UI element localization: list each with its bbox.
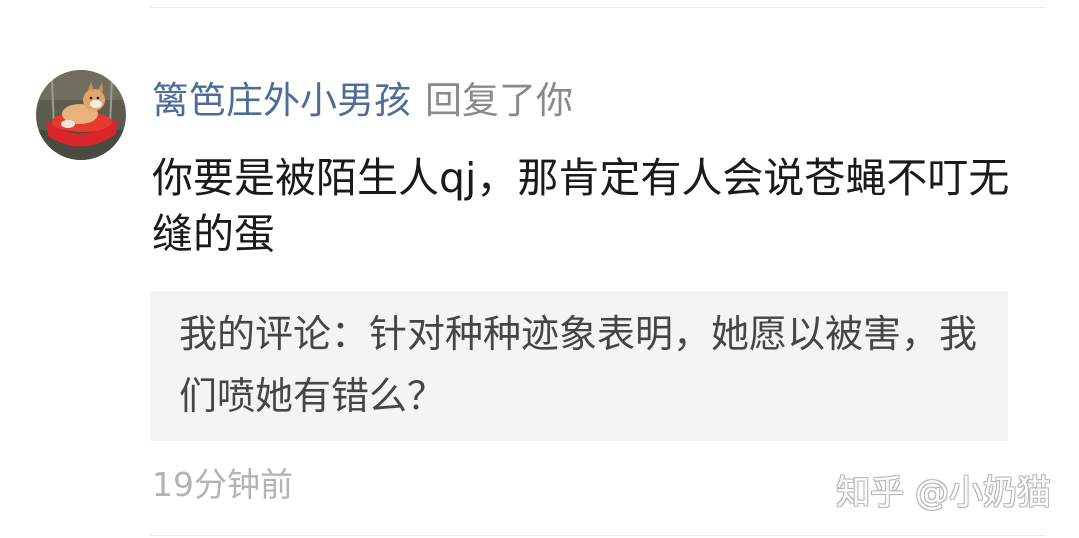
reply-action-text: 回复了你 [425, 79, 573, 122]
top-divider [150, 7, 1045, 8]
username-link[interactable]: 篱笆庄外小男孩 [152, 74, 411, 128]
watermark: 知乎 @小奶猫 [836, 473, 1051, 513]
quoted-comment-box[interactable]: 我的评论：针对种种迹象表明，她愿以被害，我们喷她有错么？ [150, 291, 1008, 441]
quoted-comment-text: 我的评论：针对种种迹象表明，她愿以被害，我们喷她有错么？ [179, 312, 978, 418]
bottom-divider [150, 535, 1045, 536]
reply-body: 你要是被陌生人qj，那肯定有人会说苍蝇不叮无缝的蛋 [152, 154, 1010, 258]
notification-page: 篱笆庄外小男孩 回复了你 你要是被陌生人qj，那肯定有人会说苍蝇不叮无缝的蛋 我… [0, 0, 1079, 538]
shiba-dog-swing-avatar-icon [36, 70, 126, 160]
timestamp: 19分钟前 [152, 465, 293, 504]
avatar[interactable] [36, 70, 126, 160]
comment-header: 篱笆庄外小男孩 回复了你 [152, 74, 573, 128]
